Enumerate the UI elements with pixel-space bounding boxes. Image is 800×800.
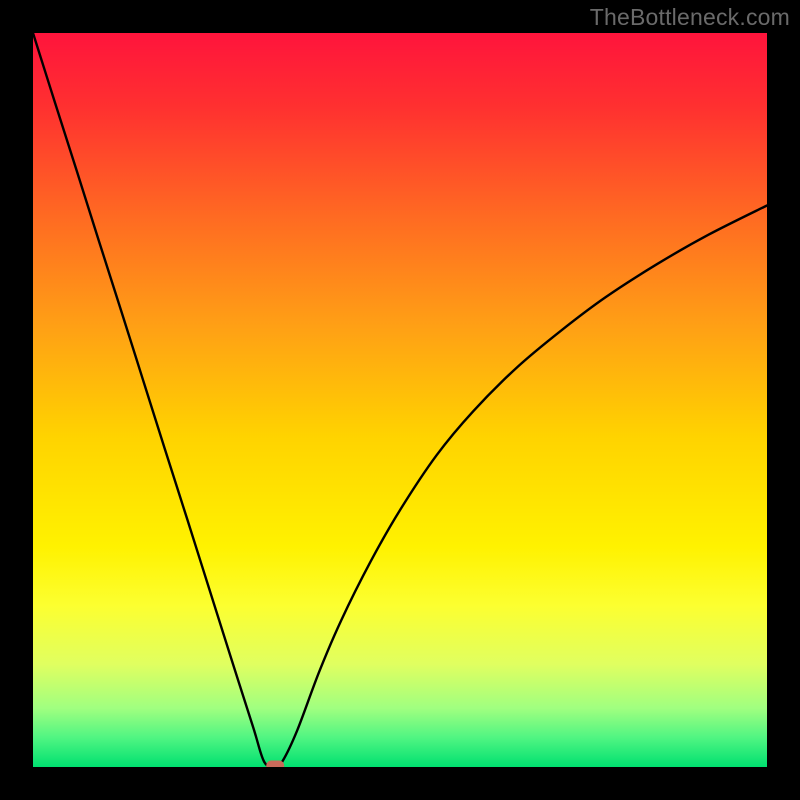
background-gradient: [33, 33, 767, 767]
plot-area: [33, 33, 767, 767]
chart-frame: TheBottleneck.com: [0, 0, 800, 800]
watermark-text: TheBottleneck.com: [590, 4, 790, 31]
chart-svg: [33, 33, 767, 767]
minimum-marker: [266, 761, 284, 767]
